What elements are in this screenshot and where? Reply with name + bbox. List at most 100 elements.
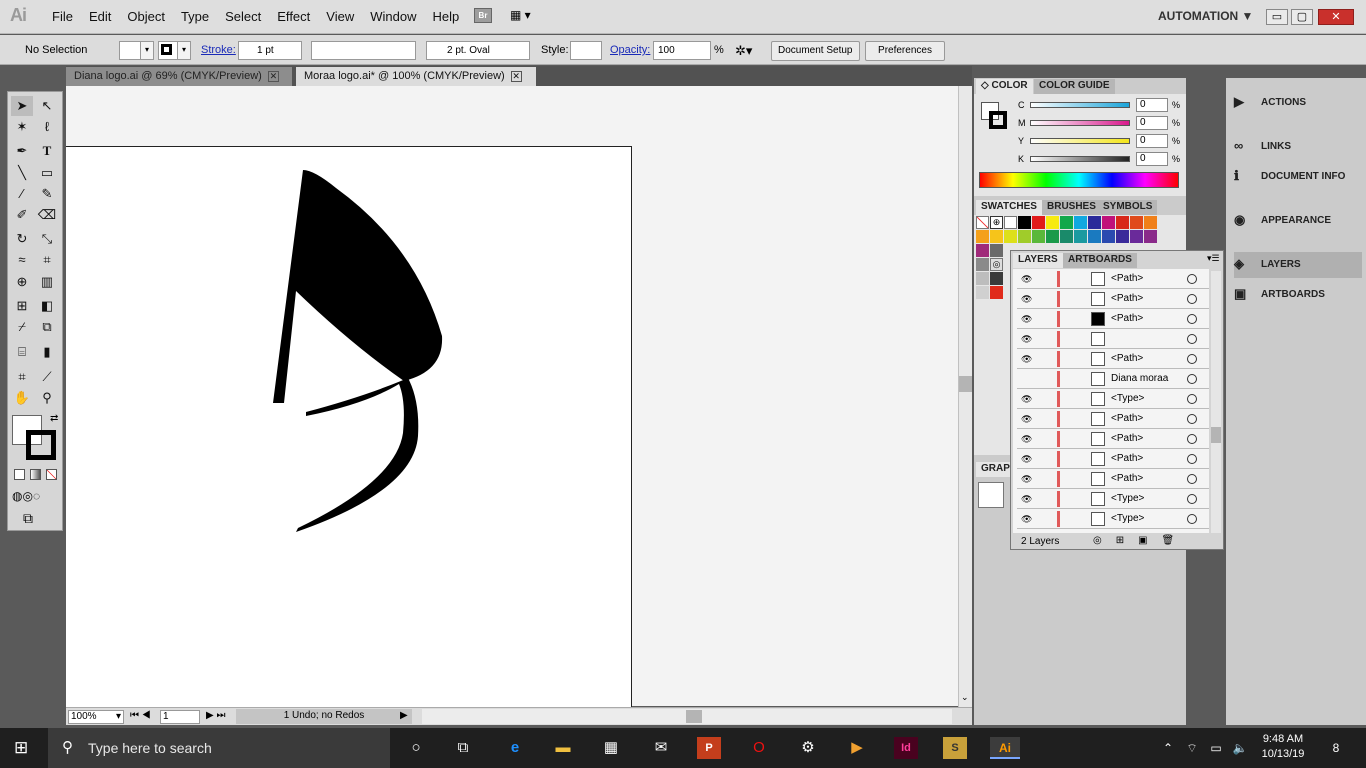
rotate-tool-icon[interactable]: ↻ [11,229,33,249]
gradient-mode-icon[interactable] [30,469,41,480]
lasso-icon[interactable]: ℓ [36,117,58,137]
stroke-weight-field[interactable]: 1 pt [238,41,302,60]
menu-edit[interactable]: Edit [81,9,119,24]
zoom-tool-icon[interactable]: ⚲ [36,388,58,408]
swatch[interactable] [990,230,1003,243]
first-artboard-icon[interactable]: ⏮ ◀ [130,710,151,721]
zoom-field[interactable]: 100% ▾ [68,710,124,724]
layers-panel-menu-icon[interactable]: ▾☰ [1207,253,1220,264]
swatch[interactable] [990,272,1003,285]
c-field[interactable]: 0 [1136,98,1168,112]
type-tool-icon[interactable]: T [36,141,58,161]
default-graphic-style[interactable] [978,482,1004,508]
settings-gear-icon[interactable]: ⚙ [796,737,820,759]
swatch[interactable] [976,230,989,243]
layer-row[interactable]: 👁 <Type> [1017,389,1209,409]
gradient-tool-icon[interactable]: ◧ [36,296,58,316]
swatch[interactable] [1130,230,1143,243]
show-hidden-icons[interactable]: ⌃ [1156,737,1180,759]
opacity-field[interactable]: 100 [653,41,711,60]
color-tab[interactable]: ◇ COLOR [976,79,1033,94]
clock[interactable]: 9:48 AM 10/13/19 [1258,733,1308,760]
store-icon[interactable]: ▦ [599,737,623,759]
swatch[interactable] [1018,230,1031,243]
status-menu-icon[interactable]: ▶ [400,710,408,721]
target-icon[interactable] [1187,434,1197,444]
visibility-eye-icon[interactable]: 👁 [1021,334,1032,345]
selection-tool-icon[interactable]: ➤ [11,96,33,116]
mail-icon[interactable]: ✉ [649,737,673,759]
menu-window[interactable]: Window [362,9,424,24]
battery-icon[interactable]: ▭ [1204,737,1228,759]
screen-mode-icon[interactable]: ⧉ [23,510,33,527]
artboard-tool-icon[interactable]: ⌗ [11,367,33,387]
color-guide-tab[interactable]: COLOR GUIDE [1034,79,1115,94]
fill-swatch[interactable] [119,41,141,60]
target-icon[interactable] [1187,474,1197,484]
menu-type[interactable]: Type [173,9,217,24]
swatch[interactable] [976,244,989,257]
swatch[interactable] [1004,230,1017,243]
target-icon[interactable] [1187,334,1197,344]
links-panel-button[interactable]: ∞ LINKS [1234,134,1362,160]
target-icon[interactable] [1187,394,1197,404]
color-mode-icon[interactable] [14,469,25,480]
visibility-eye-icon[interactable]: 👁 [1021,294,1032,305]
layer-row[interactable]: 👁 <Path> [1017,409,1209,429]
opacity-label[interactable]: Opacity: [610,44,650,56]
artboard-number-field[interactable]: 1 [160,710,200,724]
menu-object[interactable]: Object [119,9,173,24]
visibility-eye-icon[interactable]: 👁 [1021,274,1032,285]
volume-icon[interactable]: 🔈 [1228,737,1252,759]
pattern-swatch[interactable]: ◎ [990,258,1003,271]
actions-panel-button[interactable]: ▶ ACTIONS [1234,90,1362,116]
free-transform-icon[interactable]: ⌗ [36,250,58,270]
layer-row[interactable]: 👁 <Path> [1017,269,1209,289]
line-tool-icon[interactable]: ╲ [11,163,33,183]
eraser-icon[interactable]: ⌫ [36,205,58,225]
swap-colors-icon[interactable]: ⇄ [50,413,58,424]
visibility-eye-icon[interactable]: 👁 [1021,474,1032,485]
recolor-artwork-icon[interactable]: ✲▾ [735,43,752,59]
color-stroke-box[interactable] [989,111,1007,129]
cortana-icon[interactable]: ○ [404,737,428,759]
brushes-tab[interactable]: BRUSHES [1042,200,1101,215]
scroll-thumb[interactable] [959,376,972,392]
registration-swatch[interactable]: ⊕ [990,216,1003,229]
logo-shape-upper[interactable] [273,170,443,403]
swatch[interactable] [1032,216,1045,229]
column-graph-icon[interactable]: ▮ [36,342,58,362]
symbol-sprayer-icon[interactable]: ⌸ [11,342,33,362]
layer-row[interactable]: 👁 <Path> [1017,349,1209,369]
next-artboard-icon[interactable]: ▶ ⏭ [206,710,225,721]
visibility-eye-icon[interactable]: 👁 [1021,414,1032,425]
mesh-tool-icon[interactable]: ⊞ [11,296,33,316]
menu-view[interactable]: View [318,9,362,24]
swatch[interactable] [1102,230,1115,243]
shape-builder-icon[interactable]: ⊕ [11,272,33,292]
layers-scroll-thumb[interactable] [1211,427,1221,443]
maximize-button[interactable]: ▢ [1291,9,1313,25]
perspective-grid-icon[interactable]: ▥ [36,272,58,292]
layer-row[interactable]: 👁 <Path> [1017,429,1209,449]
windows-start-icon[interactable]: ⊞ [14,738,28,758]
notifications-icon[interactable]: 8 [1324,737,1348,759]
slice-tool-icon[interactable]: ⟋ [36,367,58,387]
layer-row[interactable]: Diana moraa [1017,369,1209,389]
visibility-eye-icon[interactable]: 👁 [1021,494,1032,505]
swatch[interactable] [1018,216,1031,229]
swatch[interactable] [1046,230,1059,243]
blob-brush-icon[interactable]: ✐ [11,205,33,225]
target-icon[interactable] [1187,454,1197,464]
swatch[interactable] [1102,216,1115,229]
pencil-icon[interactable]: ✎ [36,184,58,204]
swatch[interactable] [976,272,989,285]
close-tab-icon[interactable]: ✕ [267,71,279,82]
symbols-tab[interactable]: SYMBOLS [1098,200,1158,215]
k-field[interactable]: 0 [1136,152,1168,166]
taskbar-search[interactable]: ⚲ Type here to search [48,728,390,768]
vertical-scrollbar[interactable]: ⌄ [958,86,972,708]
target-icon[interactable] [1187,314,1197,324]
visibility-eye-icon[interactable]: 👁 [1021,314,1032,325]
stroke-label[interactable]: Stroke: [201,44,236,56]
